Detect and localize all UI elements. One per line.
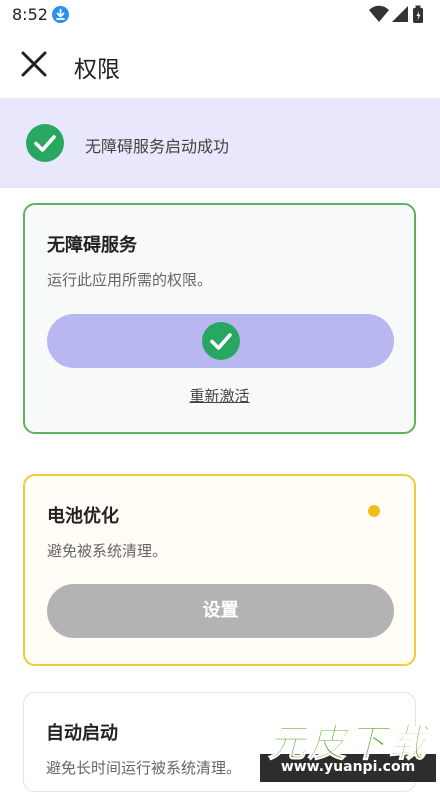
signal-icon: [392, 6, 408, 22]
relink-row: 重新激活: [25, 385, 414, 406]
status-dot: [368, 505, 380, 517]
card-description: 避免长时间运行被系统清理。: [46, 759, 242, 777]
status-time: 8:52: [12, 5, 48, 24]
check-icon: [202, 322, 240, 360]
watermark: 元皮下载 www.yuanpi.com: [260, 706, 436, 782]
accessibility-enabled-button[interactable]: [47, 314, 394, 368]
reactivate-link[interactable]: 重新激活: [189, 387, 249, 405]
status-icons: [368, 4, 426, 28]
battery-settings-button[interactable]: 设置: [47, 584, 394, 638]
watermark-url: www.yuanpi.com: [280, 759, 416, 775]
wifi-icon: [369, 5, 389, 22]
battery-icon: [413, 5, 423, 23]
accessibility-card: 无障碍服务 运行此应用所需的权限。 重新激活: [23, 203, 416, 434]
banner-text: 无障碍服务启动成功: [85, 137, 230, 156]
success-banner: 无障碍服务启动成功: [0, 98, 440, 188]
app-bar: 权限: [0, 30, 440, 98]
card-title: 自动启动: [46, 723, 118, 744]
card-title: 无障碍服务: [47, 235, 137, 256]
status-bar: 8:52: [0, 0, 440, 30]
card-title: 电池优化: [47, 506, 119, 527]
card-description: 运行此应用所需的权限。: [47, 271, 213, 289]
close-icon[interactable]: [18, 48, 50, 80]
card-description: 避免被系统清理。: [47, 542, 168, 560]
page-title: 权限: [74, 57, 120, 83]
download-icon: [52, 6, 69, 23]
check-icon: [26, 124, 64, 162]
battery-optimization-card: 电池优化 避免被系统清理。 设置: [23, 474, 416, 666]
